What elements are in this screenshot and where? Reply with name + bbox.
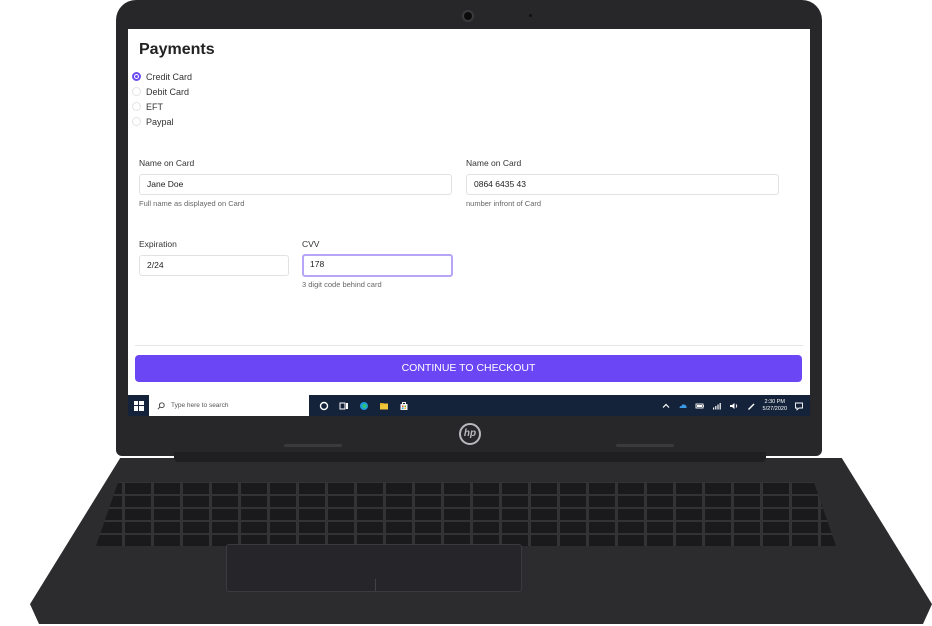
bezel-vent-right	[616, 444, 674, 447]
edge-icon[interactable]	[359, 401, 369, 411]
keyboard	[96, 482, 836, 546]
hp-logo: hp	[459, 423, 481, 445]
cvv-input[interactable]: 178	[302, 254, 453, 277]
expiration-label: Expiration	[139, 239, 177, 249]
card-number-input[interactable]: 0864 6435 43	[466, 174, 779, 195]
notification-icon[interactable]	[794, 401, 804, 411]
taskbar-search-input[interactable]: Type here to search	[149, 395, 309, 416]
laptop-hinge	[174, 452, 766, 462]
payment-option-eft[interactable]: EFT	[132, 99, 192, 114]
search-icon	[157, 401, 165, 410]
taskbar: Type here to search 2:30 PM 5/27/2020	[128, 395, 810, 416]
payment-method-group: Credit Card Debit Card EFT Paypal	[132, 69, 192, 129]
volume-icon[interactable]	[729, 401, 739, 411]
touchpad	[226, 544, 522, 592]
card-number-label: Name on Card	[466, 158, 522, 168]
pen-icon[interactable]	[746, 401, 756, 411]
task-view-icon[interactable]	[339, 401, 349, 411]
bezel-vent-left	[284, 444, 342, 447]
search-placeholder: Type here to search	[171, 402, 229, 409]
clock-date: 5/27/2020	[762, 405, 787, 412]
cortana-icon[interactable]	[319, 401, 329, 411]
chevron-up-icon[interactable]	[661, 401, 671, 411]
laptop-screen: Payments Credit Card Debit Card EFT Payp…	[128, 29, 810, 416]
payment-option-debit-card[interactable]: Debit Card	[132, 84, 192, 99]
radio-icon[interactable]	[132, 87, 141, 96]
card-number-hint: number infront of Card	[466, 199, 542, 208]
page-title: Payments	[139, 41, 215, 58]
windows-icon	[133, 400, 144, 411]
payment-option-paypal[interactable]: Paypal	[132, 114, 192, 129]
radio-icon[interactable]	[132, 117, 141, 126]
file-explorer-icon[interactable]	[379, 401, 389, 411]
name-on-card-hint: Full name as displayed on Card	[139, 199, 245, 208]
payment-option-label: Paypal	[146, 116, 174, 127]
battery-icon[interactable]	[695, 401, 705, 411]
cvv-hint: 3 digit code behind card	[302, 280, 382, 289]
radio-icon[interactable]	[132, 102, 141, 111]
name-on-card-label: Name on Card	[139, 158, 195, 168]
taskbar-clock[interactable]: 2:30 PM 5/27/2020	[763, 399, 787, 413]
radio-selected-icon[interactable]	[132, 72, 141, 81]
payment-option-label: Credit Card	[146, 71, 193, 82]
webcam-icon	[462, 10, 474, 22]
clock-time: 2:30 PM	[764, 398, 785, 405]
onedrive-icon[interactable]	[678, 401, 688, 411]
camera-indicator	[529, 14, 532, 17]
name-on-card-input[interactable]: Jane Doe	[139, 174, 452, 195]
expiration-input[interactable]: 2/24	[139, 255, 289, 276]
divider	[135, 345, 803, 346]
payment-option-label: Debit Card	[146, 86, 190, 97]
cvv-label: CVV	[302, 239, 320, 249]
network-icon[interactable]	[712, 401, 722, 411]
store-icon[interactable]	[399, 401, 409, 411]
payment-option-credit-card[interactable]: Credit Card	[132, 69, 192, 84]
payment-option-label: EFT	[146, 101, 163, 112]
continue-to-checkout-button[interactable]: CONTINUE TO CHECKOUT	[135, 355, 802, 382]
start-button[interactable]	[128, 395, 149, 416]
